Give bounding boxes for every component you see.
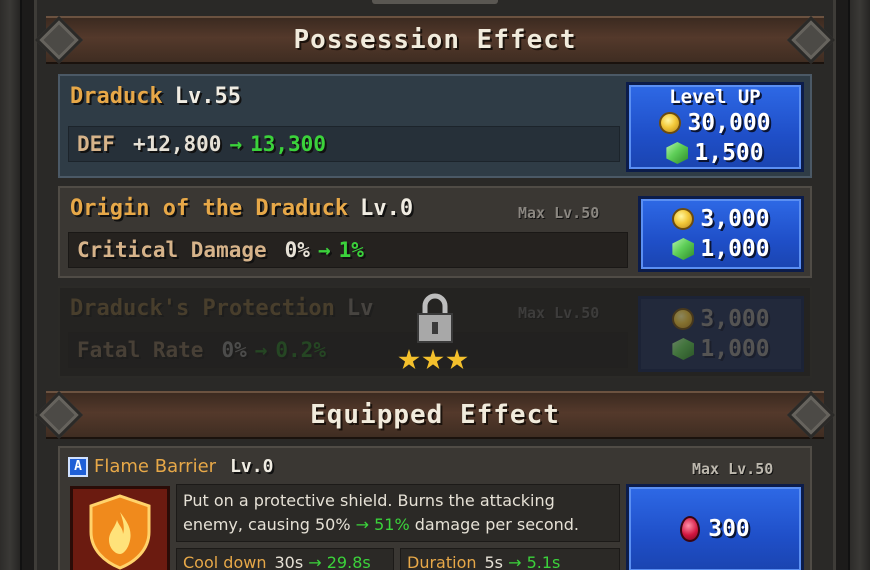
flame-shield-icon <box>70 486 170 570</box>
duration-to: 5.1s <box>526 553 561 570</box>
draduck-level: Lv.55 <box>174 84 241 109</box>
equipped-effect-title: Equipped Effect <box>310 400 560 430</box>
ruby-cost: 300 <box>680 514 750 544</box>
equipped-effect-header: Equipped Effect <box>34 390 836 440</box>
fatal-rate-name: Fatal Rate <box>77 338 204 362</box>
cooldown-from: 30s <box>274 553 304 570</box>
critical-damage-from: 0% <box>284 238 310 262</box>
def-stat-to: 13,300 <box>250 132 326 156</box>
level-up-button[interactable]: Level UP 30,000 1,500 <box>626 82 804 172</box>
draduck-name: Draduck <box>70 84 163 109</box>
cooldown-label: Cool down <box>183 553 267 570</box>
skill-level: Lv.0 <box>230 456 274 477</box>
skill-name: Flame Barrier <box>94 456 217 477</box>
fatal-rate-to: 0.2% <box>275 338 326 362</box>
flame-barrier-row: A Flame Barrier Lv.0 Max Lv.50 Put on a … <box>58 446 812 570</box>
def-stat-name: DEF <box>77 132 115 156</box>
draduck-level-row: Draduck Lv.55 DEF +12,800 → 13,300 Level … <box>58 74 812 178</box>
protection-max-level: Max Lv.50 <box>518 304 600 322</box>
gold-cost: 30,000 <box>659 108 771 138</box>
origin-name: Origin of the Draduck <box>70 196 349 221</box>
origin-gold-value: 3,000 <box>700 206 770 232</box>
protection-gem-cost: 1,000 <box>672 334 770 364</box>
fatal-rate-stat-box: Fatal Rate 0% → 0.2% <box>68 332 628 368</box>
arrow-icon: → <box>229 132 243 156</box>
ruby-icon <box>680 516 701 542</box>
protection-name: Draduck's Protection <box>70 296 335 321</box>
origin-gem-value: 1,000 <box>700 236 770 262</box>
desc-part2: damage per second. <box>409 515 580 534</box>
star-icon <box>398 349 420 370</box>
gold-coin-icon <box>672 308 695 330</box>
ruby-cost-value: 300 <box>708 516 750 542</box>
grade-badge: A <box>68 456 88 477</box>
skill-max-level: Max Lv.50 <box>692 460 774 478</box>
gold-cost-value: 30,000 <box>687 110 771 136</box>
arrow-icon: → <box>308 553 322 570</box>
gold-coin-icon <box>672 208 695 230</box>
desc-highlight: → 51% <box>355 515 410 534</box>
arrow-icon: → <box>254 338 268 362</box>
arrow-icon: → <box>508 553 522 570</box>
origin-gold-cost: 3,000 <box>672 204 770 234</box>
protection-gold-cost: 3,000 <box>672 304 770 334</box>
top-tab <box>372 0 498 4</box>
origin-gem-cost: 1,000 <box>672 234 770 264</box>
origin-of-the-draduck-row: Origin of the Draduck Lv.0 Max Lv.50 Crit… <box>58 186 812 278</box>
skill-name-line: A Flame Barrier Lv.0 <box>68 456 273 477</box>
cooldown-box: Cool down 30s → 29.8s <box>176 548 394 570</box>
critical-damage-name: Critical Damage <box>77 238 267 262</box>
protection-name-line: Draduck's Protection Lv <box>70 296 373 321</box>
protection-level: Lv <box>346 296 374 321</box>
cooldown-to: 29.8s <box>326 553 371 570</box>
level-up-label: Level UP <box>669 86 761 108</box>
protection-upgrade-button: 3,000 1,000 <box>638 296 804 372</box>
green-gem-icon <box>672 338 695 360</box>
critical-damage-to: 1% <box>338 238 364 262</box>
protection-gem-value: 1,000 <box>700 336 770 362</box>
protection-gold-value: 3,000 <box>700 306 770 332</box>
duration-label: Duration <box>407 553 477 570</box>
gem-cost-value: 1,500 <box>694 140 764 166</box>
star-icon <box>446 349 468 370</box>
lock-icon <box>417 293 453 343</box>
duration-from: 5s <box>484 553 504 570</box>
origin-name-line: Origin of the Draduck Lv.0 <box>70 196 413 221</box>
def-stat-from: +12,800 <box>132 132 222 156</box>
skill-description: Put on a protective shield. Burns the at… <box>176 484 620 542</box>
left-frame <box>0 0 22 570</box>
gold-coin-icon <box>659 112 682 134</box>
fatal-rate-from: 0% <box>221 338 247 362</box>
green-gem-icon <box>672 238 695 260</box>
star-icon <box>422 349 444 370</box>
skill-upgrade-button[interactable]: 300 <box>626 484 804 570</box>
possession-effect-header: Possession Effect <box>34 15 836 65</box>
arrow-icon: → <box>317 238 331 262</box>
critical-damage-stat-box: Critical Damage 0% → 1% <box>68 232 628 268</box>
origin-level: Lv.0 <box>360 196 414 221</box>
def-stat-box: DEF +12,800 → 13,300 <box>68 126 620 162</box>
right-frame <box>848 0 870 570</box>
gem-cost: 1,500 <box>666 138 764 168</box>
duration-box: Duration 5s → 5.1s <box>400 548 620 570</box>
origin-max-level: Max Lv.50 <box>518 204 600 222</box>
green-gem-icon <box>666 142 689 164</box>
possession-effect-title: Possession Effect <box>293 25 577 55</box>
origin-upgrade-button[interactable]: 3,000 1,000 <box>638 196 804 272</box>
required-stars <box>398 349 468 371</box>
draduck-name-line: Draduck Lv.55 <box>70 84 241 109</box>
